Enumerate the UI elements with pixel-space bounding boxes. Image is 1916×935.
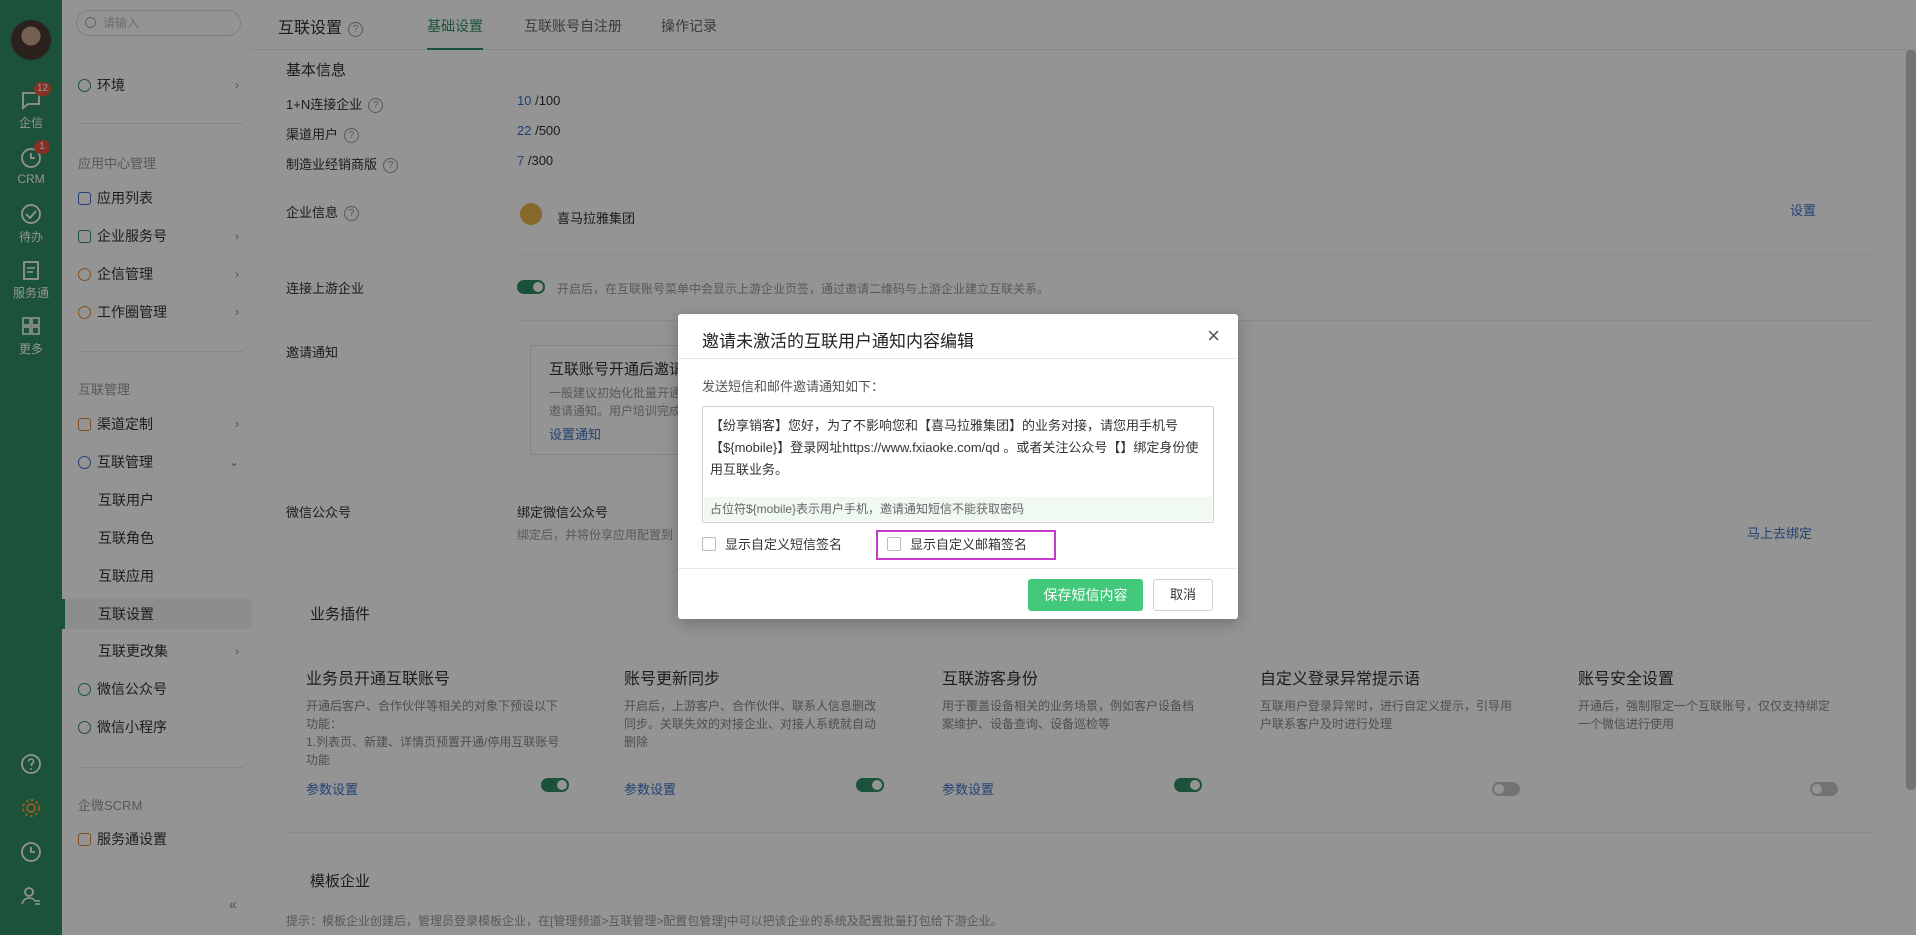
sms-signature-checkbox[interactable]: 显示自定义短信签名 xyxy=(702,534,842,553)
divider xyxy=(678,358,1238,359)
notice-content-text: 【纷享销客】您好，为了不影响您和【喜马拉雅集团】的业务对接，请您用手机号【${m… xyxy=(710,418,1199,477)
dialog-title: 邀请未激活的互联用户通知内容编辑 xyxy=(702,332,974,351)
cancel-button[interactable]: 取消 xyxy=(1153,579,1213,611)
notice-content-textarea[interactable]: 【纷享销客】您好，为了不影响您和【喜马拉雅集团】的业务对接，请您用手机号【${m… xyxy=(702,406,1214,523)
highlight-box xyxy=(876,530,1056,560)
placeholder-hint: 占位符${mobile}表示用户手机，邀请通知短信不能获取密码 xyxy=(704,497,1212,521)
close-icon[interactable]: × xyxy=(1207,325,1220,347)
checkbox-box xyxy=(702,537,716,551)
dialog-subtitle: 发送短信和邮件邀请通知如下： xyxy=(702,379,885,394)
checkbox-label: 显示自定义短信签名 xyxy=(725,537,843,552)
divider xyxy=(678,568,1238,569)
invite-notice-dialog: 邀请未激活的互联用户通知内容编辑 × 发送短信和邮件邀请通知如下： 【纷享销客】… xyxy=(678,314,1238,619)
save-button[interactable]: 保存短信内容 xyxy=(1028,579,1143,611)
